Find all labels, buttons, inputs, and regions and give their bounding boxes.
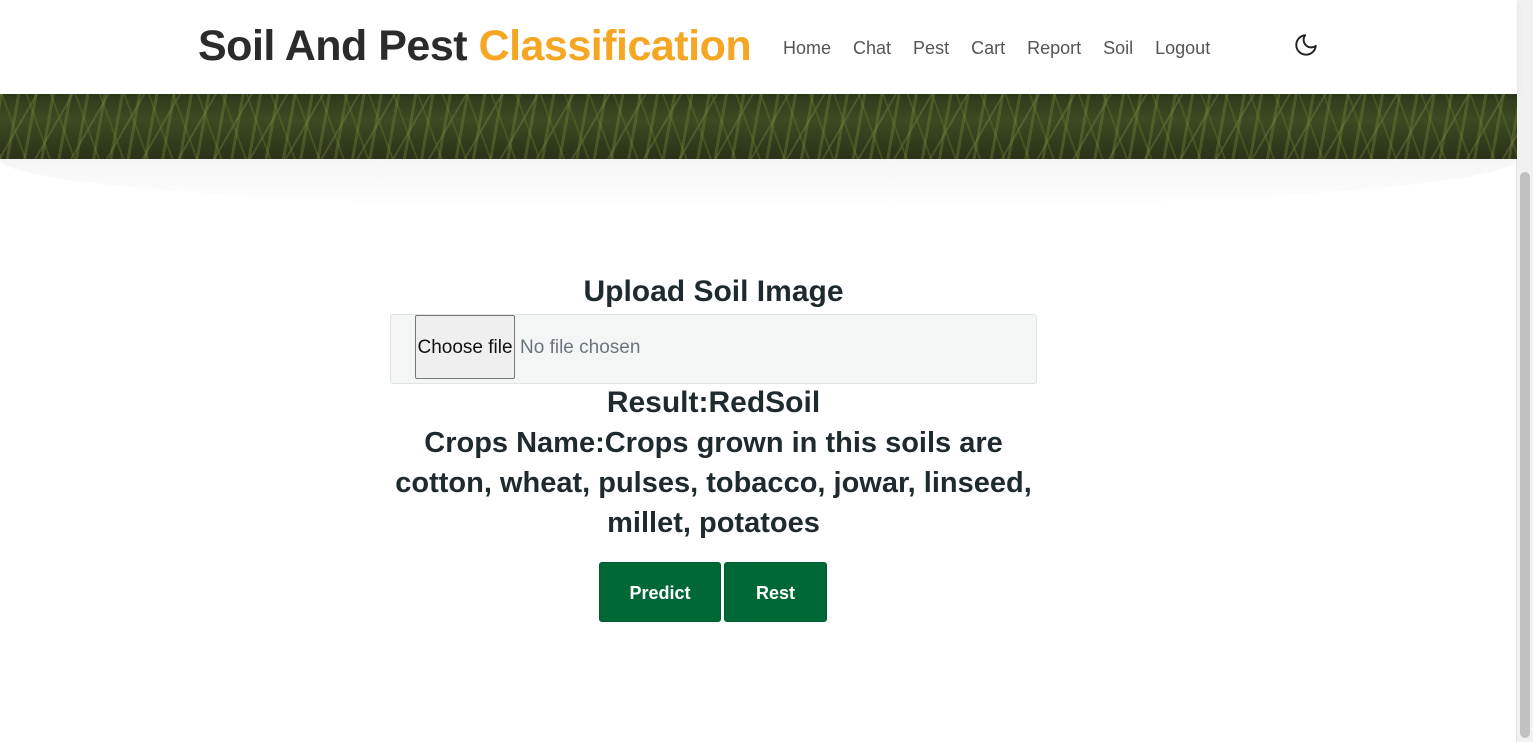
moon-icon xyxy=(1295,34,1317,56)
nav-links: Home Chat Pest Cart Report Soil Logout xyxy=(772,36,1221,60)
crops-text: Crops Name:Crops grown in this soils are… xyxy=(395,427,1032,539)
navbar: Soil And Pest Classification Home Chat P… xyxy=(0,0,1517,94)
file-input[interactable]: Choose file No file chosen xyxy=(390,314,1037,384)
nav-item-pest[interactable]: Pest xyxy=(902,36,960,60)
scrollbar-thumb[interactable] xyxy=(1520,172,1530,738)
page: Soil And Pest Classification Home Chat P… xyxy=(0,0,1533,742)
brand-accent-text: Classification xyxy=(478,22,752,70)
brand-logo[interactable]: Soil And Pest Classification xyxy=(198,20,752,72)
nav-item-soil[interactable]: Soil xyxy=(1092,36,1144,60)
nav-item-cart[interactable]: Cart xyxy=(960,36,1016,60)
brand-main-text: Soil And Pest xyxy=(198,22,468,70)
result-text: Result:RedSoil xyxy=(606,386,821,419)
reset-button[interactable]: Rest xyxy=(724,562,827,622)
nav-item-logout[interactable]: Logout xyxy=(1144,36,1221,60)
hero-shadow xyxy=(0,159,1517,209)
choose-file-button[interactable]: Choose file xyxy=(415,315,515,379)
hero-banner-image xyxy=(0,94,1517,159)
nav-item-report[interactable]: Report xyxy=(1016,36,1092,60)
predict-button[interactable]: Predict xyxy=(599,562,721,622)
vertical-scrollbar[interactable] xyxy=(1516,0,1533,742)
file-status-text: No file chosen xyxy=(520,337,641,358)
nav-item-chat[interactable]: Chat xyxy=(842,36,902,60)
theme-toggle-button[interactable] xyxy=(1293,32,1319,58)
nav-item-home[interactable]: Home xyxy=(772,36,842,60)
upload-title: Upload Soil Image xyxy=(583,275,844,308)
